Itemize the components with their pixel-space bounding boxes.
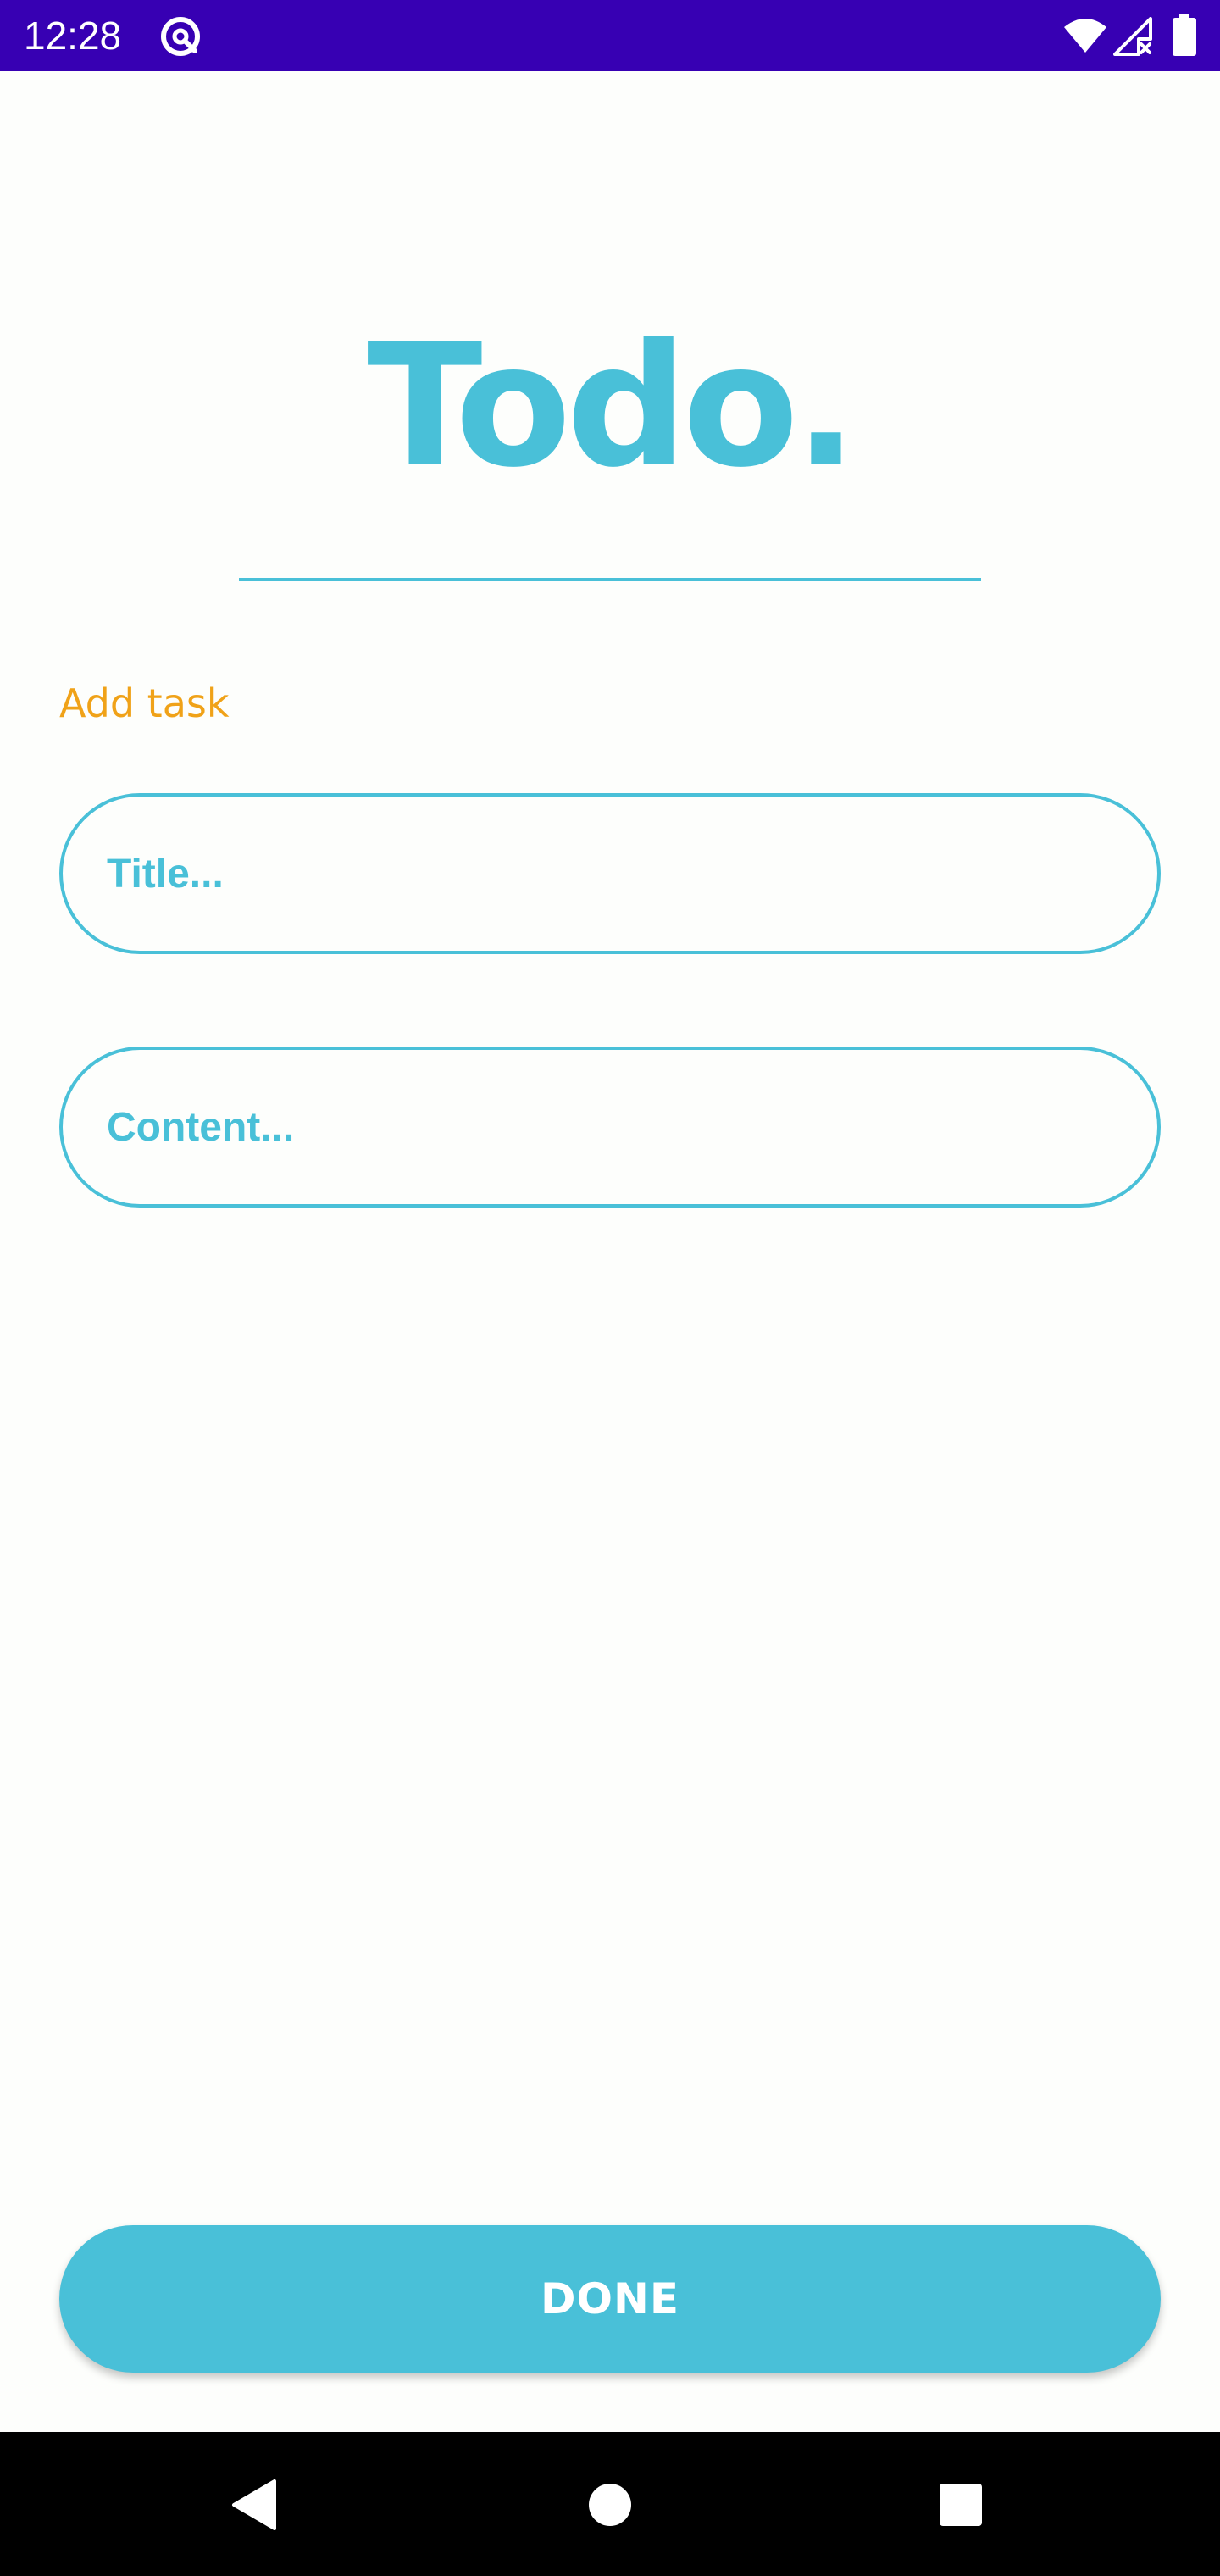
at-sign-icon <box>161 17 200 56</box>
content-input[interactable] <box>59 1046 1161 1208</box>
back-icon[interactable] <box>230 2478 278 2532</box>
recents-icon[interactable] <box>939 2483 983 2527</box>
title-divider <box>239 578 981 581</box>
add-task-screen: 12:28 Todo. Add task DONE <box>0 0 1220 2576</box>
status-bar: 12:28 <box>0 0 1220 71</box>
add-task-label: Add task <box>59 680 230 726</box>
cell-signal-no-data-icon <box>1113 17 1152 56</box>
app-title: Todo. <box>367 308 858 505</box>
wifi-icon <box>1064 19 1106 53</box>
title-input[interactable] <box>59 793 1161 954</box>
battery-icon <box>1173 14 1196 56</box>
done-button[interactable]: DONE <box>59 2225 1161 2373</box>
home-icon[interactable] <box>588 2483 632 2527</box>
status-time: 12:28 <box>24 14 122 58</box>
